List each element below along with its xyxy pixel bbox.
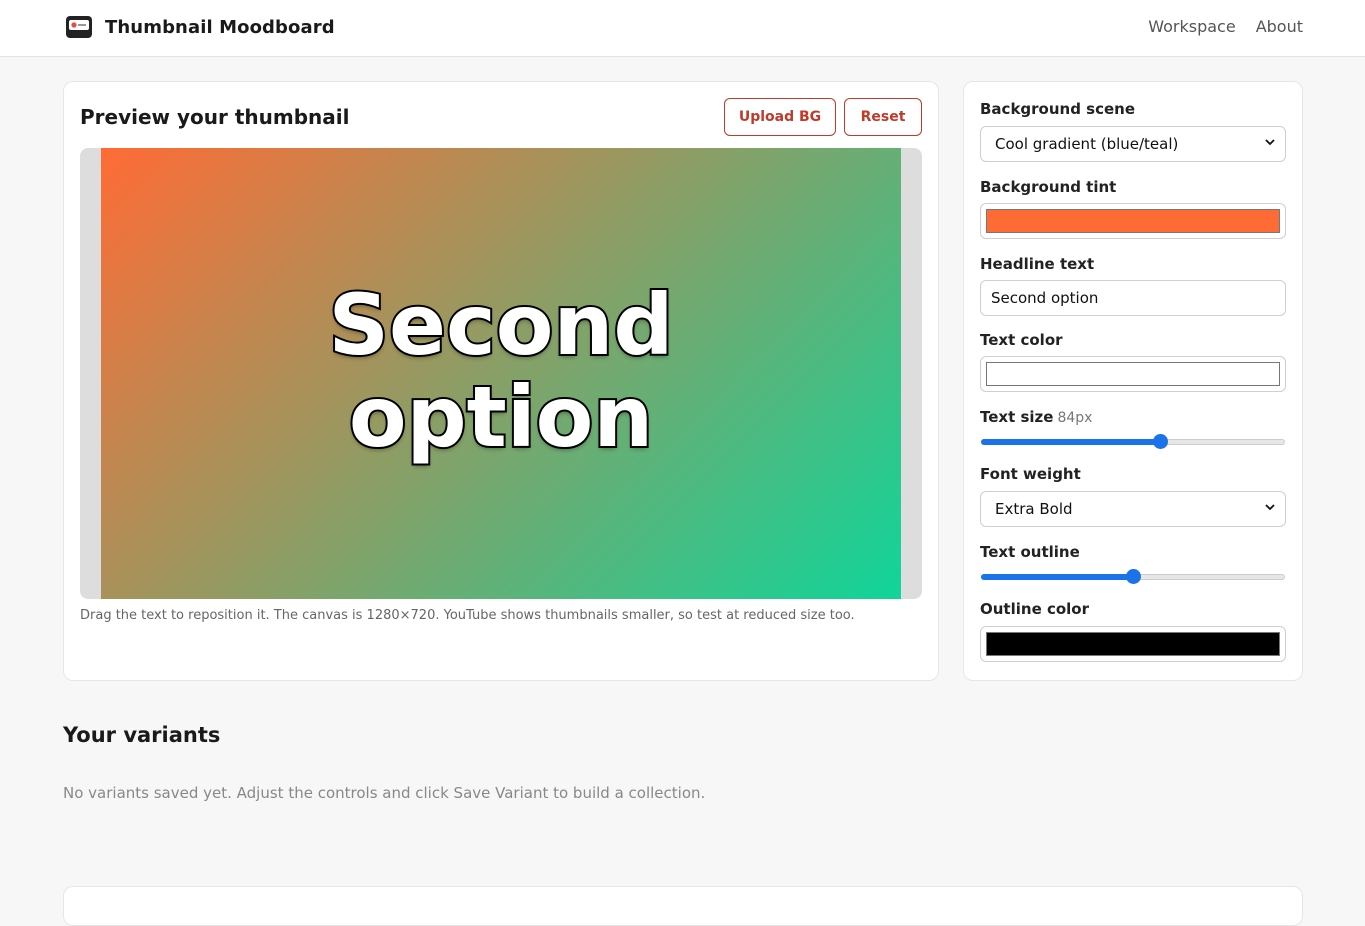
preview-title: Preview your thumbnail bbox=[80, 105, 350, 129]
headline-text-input[interactable]: Second option bbox=[980, 280, 1286, 316]
outline-color-picker[interactable] bbox=[980, 626, 1286, 662]
slider-thumb[interactable] bbox=[1153, 434, 1169, 449]
outline-color-label: Outline color bbox=[980, 600, 1089, 618]
chevron-down-icon bbox=[1265, 504, 1275, 511]
thumbnail-canvas[interactable]: Second option bbox=[101, 148, 901, 599]
font-weight-label: Font weight bbox=[980, 465, 1081, 483]
upload-bg-button[interactable]: Upload BG bbox=[724, 98, 836, 136]
font-weight-value: Extra Bold bbox=[995, 500, 1073, 518]
text-size-value: 84px bbox=[1057, 410, 1093, 426]
nav-workspace[interactable]: Workspace bbox=[1148, 17, 1235, 36]
thumbnail-icon bbox=[66, 16, 92, 38]
variants-empty-message: No variants saved yet. Adjust the contro… bbox=[63, 784, 706, 802]
background-tint-label: Background tint bbox=[980, 178, 1117, 196]
background-tint-swatch bbox=[986, 209, 1280, 233]
top-nav: Workspace About bbox=[1148, 17, 1303, 36]
background-scene-label: Background scene bbox=[980, 100, 1136, 118]
text-outline-slider[interactable] bbox=[981, 569, 1285, 585]
headline-text-value: Second option bbox=[991, 289, 1099, 307]
nav-about[interactable]: About bbox=[1256, 17, 1303, 36]
text-outline-label: Text outline bbox=[980, 543, 1080, 561]
chevron-down-icon bbox=[1265, 139, 1275, 146]
outline-color-swatch bbox=[986, 632, 1280, 656]
canvas-frame: Second option bbox=[80, 148, 922, 599]
next-section-card bbox=[63, 886, 1303, 926]
text-color-label: Text color bbox=[980, 331, 1063, 349]
text-color-picker[interactable] bbox=[980, 356, 1286, 392]
top-bar: Thumbnail Moodboard Workspace About bbox=[0, 0, 1365, 57]
background-scene-value: Cool gradient (blue/teal) bbox=[995, 135, 1179, 153]
slider-thumb[interactable] bbox=[1126, 569, 1141, 584]
brand[interactable]: Thumbnail Moodboard bbox=[65, 14, 335, 40]
text-size-label: Text size 84px bbox=[980, 408, 1092, 426]
slider-fill bbox=[981, 439, 1161, 445]
headline-text-label: Headline text bbox=[980, 255, 1095, 273]
app-title: Thumbnail Moodboard bbox=[105, 16, 335, 38]
text-size-slider[interactable] bbox=[981, 434, 1285, 450]
controls-panel: Background scene Cool gradient (blue/tea… bbox=[963, 81, 1303, 681]
background-scene-select[interactable]: Cool gradient (blue/teal) bbox=[980, 126, 1286, 162]
preview-card: Preview your thumbnail Upload BG Reset S… bbox=[63, 81, 939, 681]
background-tint-picker[interactable] bbox=[980, 203, 1286, 239]
reset-button[interactable]: Reset bbox=[844, 98, 922, 136]
text-size-label-text: Text size bbox=[980, 408, 1054, 426]
font-weight-select[interactable]: Extra Bold bbox=[980, 491, 1286, 527]
variants-title: Your variants bbox=[63, 723, 221, 747]
text-color-swatch bbox=[986, 362, 1280, 386]
slider-fill bbox=[981, 574, 1133, 580]
canvas-hint: Drag the text to reposition it. The canv… bbox=[80, 608, 855, 623]
headline-text[interactable]: Second option bbox=[291, 277, 711, 465]
